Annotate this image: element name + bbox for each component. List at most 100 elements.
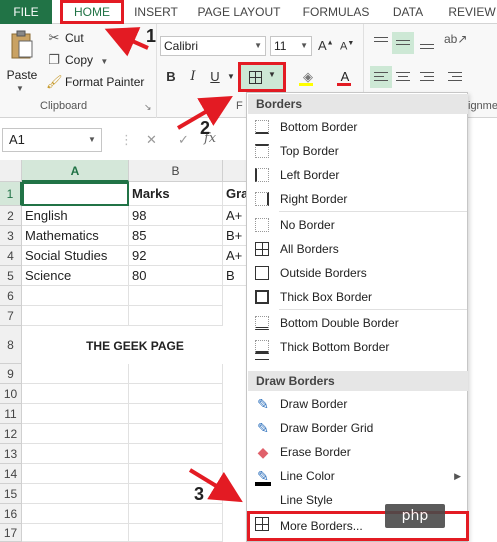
font-name-select[interactable]: Calibri ▼ bbox=[160, 36, 266, 56]
cell-a1[interactable] bbox=[22, 182, 129, 206]
table-cell[interactable]: English bbox=[22, 206, 129, 226]
row-header-12[interactable]: 12 bbox=[0, 424, 22, 444]
row-header-6[interactable]: 6 bbox=[0, 286, 22, 306]
bold-button[interactable]: B bbox=[162, 66, 180, 88]
font-size-select[interactable]: 11 ▼ bbox=[270, 36, 312, 56]
row-header-15[interactable]: 15 bbox=[0, 484, 22, 504]
menu-item-line-color[interactable]: ✎ Line Color ▶ bbox=[247, 464, 469, 488]
align-left-button[interactable] bbox=[370, 66, 392, 88]
copy-button[interactable]: ❐ Copy ▼ bbox=[46, 50, 108, 70]
chevron-down-icon[interactable]: ▼ bbox=[16, 84, 24, 93]
tab-file[interactable]: FILE bbox=[0, 0, 52, 24]
tab-formulas[interactable]: FORMULAS bbox=[298, 0, 374, 24]
row-header-9[interactable]: 9 bbox=[0, 364, 22, 384]
align-right-button[interactable] bbox=[416, 66, 438, 88]
row-header-7[interactable]: 7 bbox=[0, 306, 22, 326]
table-cell[interactable] bbox=[129, 424, 223, 444]
table-cell[interactable] bbox=[22, 364, 129, 384]
menu-item-partial[interactable] bbox=[247, 357, 469, 367]
cancel-icon[interactable]: ✕ bbox=[146, 132, 157, 148]
menu-item-thick-box-border[interactable]: Thick Box Border bbox=[247, 285, 469, 309]
decrease-indent-button[interactable] bbox=[444, 66, 466, 88]
row-header-14[interactable]: 14 bbox=[0, 464, 22, 484]
menu-item-left-border[interactable]: Left Border bbox=[247, 163, 469, 187]
menu-item-erase-border[interactable]: ◆ Erase Border bbox=[247, 440, 469, 464]
merged-title-cell[interactable]: THE GEEK PAGE bbox=[23, 332, 247, 360]
menu-item-bottom-double-border[interactable]: Bottom Double Border bbox=[247, 311, 469, 335]
table-cell[interactable] bbox=[22, 484, 129, 504]
table-cell[interactable]: 98 bbox=[129, 206, 223, 226]
table-cell[interactable] bbox=[129, 484, 223, 504]
tab-review[interactable]: REVIEW bbox=[444, 0, 497, 24]
menu-item-all-borders[interactable]: All Borders bbox=[247, 237, 469, 261]
chevron-down-icon[interactable]: ▼ bbox=[88, 135, 96, 144]
table-cell[interactable] bbox=[129, 286, 223, 306]
row-header-5[interactable]: 5 bbox=[0, 266, 22, 286]
table-cell[interactable] bbox=[129, 444, 223, 464]
table-cell[interactable] bbox=[22, 286, 129, 306]
table-cell[interactable] bbox=[129, 306, 223, 326]
paste-button[interactable]: Paste ▼ bbox=[4, 28, 40, 98]
menu-item-draw-border[interactable]: ✎ Draw Border bbox=[247, 392, 469, 416]
row-header-13[interactable]: 13 bbox=[0, 444, 22, 464]
table-cell[interactable]: Social Studies bbox=[22, 246, 129, 266]
table-cell[interactable] bbox=[22, 404, 129, 424]
name-box[interactable]: A1 bbox=[2, 128, 102, 152]
column-header-a[interactable]: A bbox=[22, 160, 129, 182]
table-cell[interactable]: 92 bbox=[129, 246, 223, 266]
fill-color-button[interactable]: ◈ bbox=[296, 66, 320, 88]
orientation-icon[interactable]: ab↗ bbox=[444, 32, 467, 54]
table-cell[interactable]: 85 bbox=[129, 226, 223, 246]
row-header-4[interactable]: 4 bbox=[0, 246, 22, 266]
tab-page-layout[interactable]: PAGE LAYOUT bbox=[196, 0, 282, 24]
middle-align-button[interactable] bbox=[392, 32, 414, 54]
decrease-font-size-button[interactable]: A▼ bbox=[340, 40, 354, 53]
font-color-button[interactable]: A bbox=[334, 66, 356, 88]
menu-item-right-border[interactable]: Right Border bbox=[247, 187, 469, 211]
table-cell[interactable]: 80 bbox=[129, 266, 223, 286]
align-center-button[interactable] bbox=[392, 66, 414, 88]
menu-item-thick-bottom-border[interactable]: Thick Bottom Border bbox=[247, 335, 469, 359]
table-cell[interactable] bbox=[22, 384, 129, 404]
tab-insert[interactable]: INSERT bbox=[132, 0, 180, 24]
menu-item-outside-borders[interactable]: Outside Borders bbox=[247, 261, 469, 285]
row-header-16[interactable]: 16 bbox=[0, 504, 22, 524]
table-cell[interactable] bbox=[22, 464, 129, 484]
dialog-launcher-icon[interactable]: ↘ bbox=[144, 102, 152, 113]
italic-button[interactable]: I bbox=[184, 66, 202, 88]
menu-item-draw-border-grid[interactable]: ✎ Draw Border Grid bbox=[247, 416, 469, 440]
table-cell[interactable] bbox=[129, 384, 223, 404]
row-header-17[interactable]: 17 bbox=[0, 524, 22, 542]
menu-item-top-border[interactable]: Top Border bbox=[247, 139, 469, 163]
table-cell[interactable] bbox=[129, 524, 223, 542]
table-cell[interactable] bbox=[22, 424, 129, 444]
table-cell[interactable] bbox=[129, 464, 223, 484]
format-painter-button[interactable]: 🖌 Format Painter bbox=[46, 72, 144, 92]
enter-icon[interactable]: ✓ bbox=[178, 132, 189, 148]
table-cell[interactable]: Science bbox=[22, 266, 129, 286]
tab-data[interactable]: DATA bbox=[388, 0, 428, 24]
menu-item-bottom-border[interactable]: Bottom Border bbox=[247, 115, 469, 139]
bottom-align-button[interactable] bbox=[416, 32, 438, 54]
cell-b1[interactable]: Marks bbox=[129, 182, 223, 206]
cut-button[interactable]: ✂ Cut bbox=[46, 28, 84, 48]
tab-home[interactable]: HOME bbox=[60, 0, 124, 24]
row-header-2[interactable]: 2 bbox=[0, 206, 22, 226]
borders-button[interactable]: ▼ bbox=[238, 62, 286, 92]
row-header-1[interactable]: 1 bbox=[0, 182, 22, 206]
table-cell[interactable] bbox=[22, 524, 129, 542]
table-cell[interactable] bbox=[22, 306, 129, 326]
table-cell[interactable] bbox=[129, 364, 223, 384]
table-cell[interactable] bbox=[129, 404, 223, 424]
top-align-button[interactable] bbox=[370, 32, 392, 54]
table-cell[interactable] bbox=[22, 504, 129, 524]
table-cell[interactable] bbox=[129, 504, 223, 524]
column-header-b[interactable]: B bbox=[129, 160, 223, 182]
row-header-10[interactable]: 10 bbox=[0, 384, 22, 404]
row-header-3[interactable]: 3 bbox=[0, 226, 22, 246]
table-cell[interactable] bbox=[22, 444, 129, 464]
table-cell[interactable]: Mathematics bbox=[22, 226, 129, 246]
chevron-down-icon[interactable]: ▼ bbox=[100, 57, 108, 66]
select-all-corner[interactable] bbox=[0, 160, 22, 182]
menu-item-no-border[interactable]: No Border bbox=[247, 213, 469, 237]
